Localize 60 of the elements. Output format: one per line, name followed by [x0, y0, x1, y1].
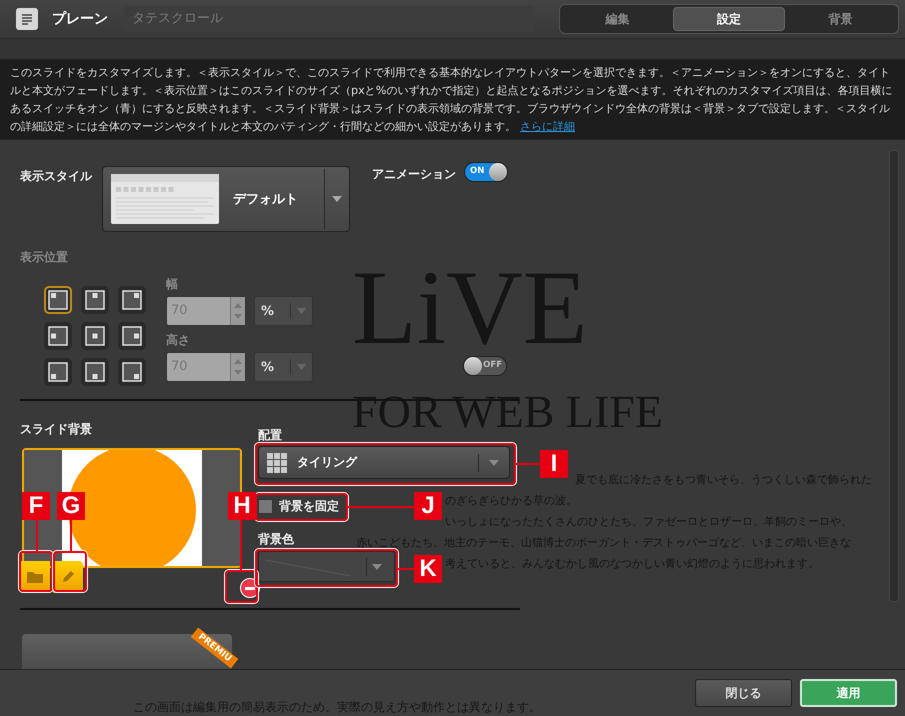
- position-button[interactable]: [118, 286, 146, 314]
- leader-line: [70, 520, 72, 551]
- animation-toggle[interactable]: ON: [464, 162, 508, 182]
- position-button[interactable]: [44, 322, 72, 350]
- callout-frame: [19, 551, 53, 592]
- callout-label: I: [540, 450, 568, 478]
- layout-label: 配置: [258, 427, 282, 444]
- callout-label: J: [414, 492, 442, 520]
- folder-icon: [26, 570, 44, 584]
- leader-line: [398, 568, 414, 570]
- unit-dropdown[interactable]: %: [254, 352, 313, 382]
- scrollbar[interactable]: [889, 150, 899, 602]
- leader-line: [516, 463, 540, 465]
- grid-icon: [267, 452, 287, 472]
- caret-icon: [297, 364, 306, 370]
- position-button[interactable]: [81, 322, 109, 350]
- callout-label: G: [57, 492, 85, 520]
- caret-icon: [332, 196, 342, 202]
- premium-card[interactable]: [22, 634, 232, 669]
- height-label: 高さ: [166, 332, 191, 349]
- position-label: 表示位置: [20, 249, 69, 266]
- tab[interactable]: 設定: [672, 7, 786, 31]
- callout-label: F: [22, 492, 50, 520]
- more-link[interactable]: さらに詳細: [520, 120, 575, 133]
- callout-label: K: [414, 555, 442, 583]
- position-button[interactable]: [81, 286, 109, 314]
- callout-label: H: [228, 492, 256, 520]
- menu-icon[interactable]: [16, 8, 38, 30]
- apply-button[interactable]: 適用: [800, 679, 897, 707]
- caret-icon: [489, 460, 499, 466]
- close-button[interactable]: 閉じる: [695, 679, 792, 707]
- layout-thumbnail-icon: [111, 174, 219, 224]
- fixed-background-checkbox[interactable]: 背景を固定: [258, 495, 346, 517]
- pencil-icon: [60, 569, 76, 585]
- leader-line: [240, 520, 242, 570]
- minus-icon: [245, 586, 255, 590]
- callout-frame: [53, 551, 87, 592]
- position-button[interactable]: [44, 286, 72, 314]
- tab[interactable]: 背景: [785, 7, 896, 31]
- color-dropdown[interactable]: [258, 551, 395, 582]
- animation-label: アニメーション: [372, 166, 456, 183]
- description-text: このスライドをカスタマイズします。＜表示スタイル＞で、このスライドで利用できる基本的なレイアウトパターンを選択できます。＜アニメーション＞をオンにすると、タイトルと本文がフェードします。＜表示位置＞はこのスライドのサイズ（pxと%のいずれかで指定）と起点となるポジションを選べます。それぞれのカスタマイズ項目は、各項目横にあるスイッチをオン（青）にすると反映されます。＜スライド背景＞はスライドの表示領域の背景です。ブラウザウインドウ全体の背景は＜背景＞タブで設定します。＜スタイルの詳細設定＞には全体のマージンやタイトルと本文のパティング・行間などの細かい設定があります。 さらに詳細: [10, 65, 894, 135]
- width-label: 幅: [166, 276, 179, 293]
- position-toggle[interactable]: OFF: [463, 356, 507, 376]
- position-button[interactable]: [81, 358, 109, 386]
- caret-icon: [297, 308, 306, 314]
- position-button[interactable]: [44, 358, 72, 386]
- leader-line: [348, 506, 414, 508]
- position-button[interactable]: [118, 322, 146, 350]
- display-style-label: 表示スタイル: [20, 168, 94, 185]
- slide-background-label: スライド背景: [20, 421, 93, 438]
- position-button[interactable]: [118, 358, 146, 386]
- background-color-label: 背景色: [258, 531, 294, 548]
- style-dropdown[interactable]: デフォルト: [102, 166, 350, 232]
- window-title: プレーン: [52, 10, 108, 28]
- caret-icon: [372, 564, 382, 570]
- leader-line: [36, 520, 38, 551]
- tab[interactable]: 編集: [562, 7, 673, 31]
- unit-dropdown[interactable]: %: [254, 296, 313, 326]
- layout-dropdown[interactable]: タイリング: [258, 446, 510, 479]
